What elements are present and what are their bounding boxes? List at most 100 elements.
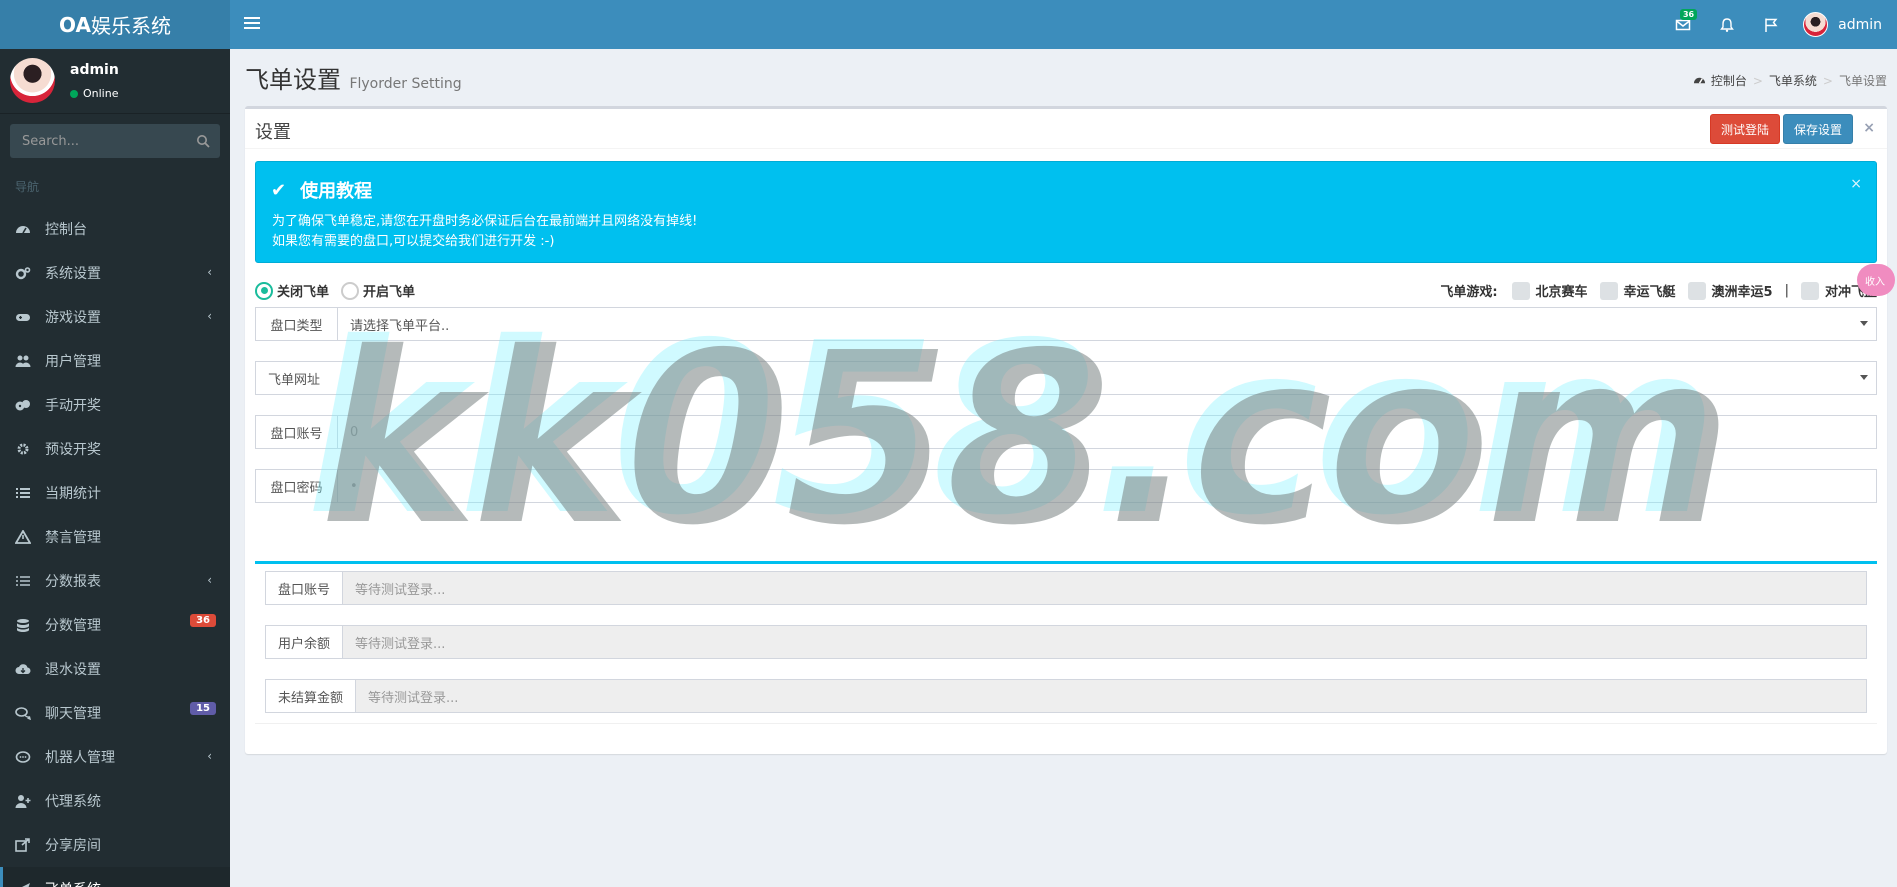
field-label: 未结算金额	[266, 680, 357, 712]
menu-icon[interactable]	[244, 14, 260, 34]
games-label: 飞单游戏:	[1440, 285, 1498, 300]
sidebar-item-label: 手动开奖	[45, 398, 101, 414]
sidebar-item[interactable]: 飞单系统 ⌄	[0, 867, 230, 887]
sidebar-item[interactable]: 用户管理	[0, 339, 230, 383]
check-icon: ✔	[271, 179, 287, 201]
user-name: admin	[1838, 16, 1882, 33]
dashboard-icon	[15, 222, 33, 236]
page-subtitle: Flyorder Setting	[349, 76, 462, 92]
sidebar-item[interactable]: 手动开奖	[0, 383, 230, 427]
sidebar-item-label: 当期统计	[45, 486, 101, 502]
settings-box: 设置 测试登陆 保存设置 × ✔ 使用教程 为了确保飞单稳定,请您在开盘时务必保证…	[245, 106, 1895, 754]
breadcrumb-item: 飞单设置	[1838, 74, 1887, 88]
plane-icon	[15, 882, 33, 887]
top-navbar: 36 admin	[230, 0, 1897, 49]
chevron-icon: ‹	[207, 265, 212, 279]
count-badge: 15	[190, 702, 216, 715]
chevron-down-icon	[1860, 375, 1868, 380]
radio-label[interactable]: 关闭飞单	[277, 281, 329, 300]
sidebar-item[interactable]: 系统设置 ‹	[0, 251, 230, 295]
game-checkbox[interactable]: 幸运飞艇	[1599, 281, 1676, 300]
game-checkbox[interactable]: 澳洲幸运5	[1687, 281, 1773, 300]
side-badge[interactable]: 收入	[1857, 264, 1895, 296]
sidebar-search	[10, 124, 220, 158]
sidebar-item-label: 分享房间	[45, 838, 101, 854]
url-select[interactable]: 飞单网址	[255, 361, 1877, 395]
close-icon[interactable]: ×	[1863, 120, 1875, 136]
cloud-download-icon	[15, 662, 33, 676]
radio-on[interactable]	[341, 281, 360, 300]
flag-icon[interactable]	[1749, 0, 1793, 49]
app-logo[interactable]: OA 娱乐系统	[0, 0, 230, 49]
user-panel: admin Online	[0, 49, 230, 114]
breadcrumb: 控制台 > 飞单系统 > 飞单设置	[1693, 72, 1887, 89]
warning-icon	[14, 529, 33, 544]
separator: |	[1784, 283, 1789, 298]
sidebar-item[interactable]: 分数管理 36	[0, 603, 230, 647]
sidebar-item-label: 代理系统	[45, 794, 101, 810]
game-checkbox[interactable]: 北京赛车	[1511, 281, 1588, 300]
sidebar-item-label: 分数报表	[45, 574, 101, 590]
sidebar-item[interactable]: 聊天管理 15	[0, 691, 230, 735]
sidebar-item[interactable]: 代理系统	[0, 779, 230, 823]
list-ol-icon	[15, 574, 33, 588]
dice-icon	[15, 398, 33, 412]
status-value: 等待测试登录...	[368, 690, 459, 706]
sidebar-item[interactable]: 退水设置	[0, 647, 230, 691]
test-login-button[interactable]: 测试登陆	[1709, 114, 1780, 144]
sidebar-item[interactable]: 预设开奖	[0, 427, 230, 471]
radio-label[interactable]: 开启飞单	[363, 281, 415, 300]
sidebar-item-label: 飞单系统	[45, 879, 101, 887]
count-badge: 36	[190, 614, 216, 627]
box-title: 设置	[255, 122, 291, 143]
user-plus-icon	[15, 794, 33, 808]
dashboard-icon	[1693, 77, 1705, 84]
divider	[255, 561, 1877, 564]
avatar	[10, 58, 55, 103]
search-input[interactable]	[10, 124, 220, 158]
online-status: Online	[70, 87, 118, 100]
sidebar-item-label: 控制台	[45, 222, 87, 238]
chevron-down-icon	[1860, 321, 1868, 326]
status-unsettled: 未结算金额 等待测试登录...	[265, 679, 1867, 713]
callout-line: 为了确保飞单稳定,请您在开盘时务必保证后台在最前端并且网络没有掉线!	[272, 214, 698, 229]
sidebar-item-label: 分数管理	[45, 618, 101, 634]
breadcrumb-item[interactable]: 飞单系统	[1769, 72, 1817, 89]
sidebar-item-label: 游戏设置	[45, 310, 101, 326]
gamepad-icon	[15, 310, 33, 324]
database-icon	[15, 618, 33, 632]
sidebar-item[interactable]: 机器人管理 ‹	[0, 735, 230, 779]
breadcrumb-item[interactable]: 控制台	[1711, 72, 1747, 89]
sidebar-user-name: admin	[70, 62, 119, 78]
field-label: 盘口账号	[266, 572, 344, 604]
sidebar-item-label: 退水设置	[45, 662, 101, 678]
sidebar-item[interactable]: 禁言管理	[0, 515, 230, 559]
status-value: 等待测试登录...	[355, 582, 446, 598]
close-icon[interactable]: ×	[1850, 176, 1862, 192]
status-account: 盘口账号 等待测试登录...	[265, 571, 1867, 605]
password-field[interactable]: 盘口密码 •	[255, 469, 1877, 503]
user-menu[interactable]: admin	[1793, 0, 1897, 49]
field-label: 用户余额	[266, 626, 344, 658]
bell-icon[interactable]	[1705, 0, 1749, 49]
field-label: 盘口账号	[256, 416, 338, 448]
sidebar-item[interactable]: 分享房间	[0, 823, 230, 867]
flyorder-games: 飞单游戏: 北京赛车 幸运飞艇 澳洲幸运5 | 对冲飞盘	[1440, 281, 1877, 300]
divider	[255, 723, 1877, 724]
sidebar-item[interactable]: 游戏设置 ‹	[0, 295, 230, 339]
chevron-icon: ‹	[207, 309, 212, 323]
sidebar-item[interactable]: 分数报表 ‹	[0, 559, 230, 603]
save-settings-button[interactable]: 保存设置	[1782, 114, 1853, 144]
sidebar-item[interactable]: 当期统计	[0, 471, 230, 515]
list-icon	[15, 486, 33, 500]
chevron-icon: ⌄	[202, 881, 212, 887]
platform-select[interactable]: 盘口类型 请选择飞单平台..	[255, 307, 1877, 341]
sidebar-item-label: 机器人管理	[45, 750, 115, 766]
sidebar-item[interactable]: 控制台	[0, 207, 230, 251]
sidebar-item-label: 禁言管理	[45, 530, 101, 546]
mail-badge: 36	[1679, 9, 1698, 20]
account-field[interactable]: 盘口账号 0	[255, 415, 1877, 449]
search-icon[interactable]	[196, 134, 210, 148]
radio-off[interactable]	[255, 281, 273, 300]
mail-icon[interactable]: 36	[1661, 0, 1705, 49]
